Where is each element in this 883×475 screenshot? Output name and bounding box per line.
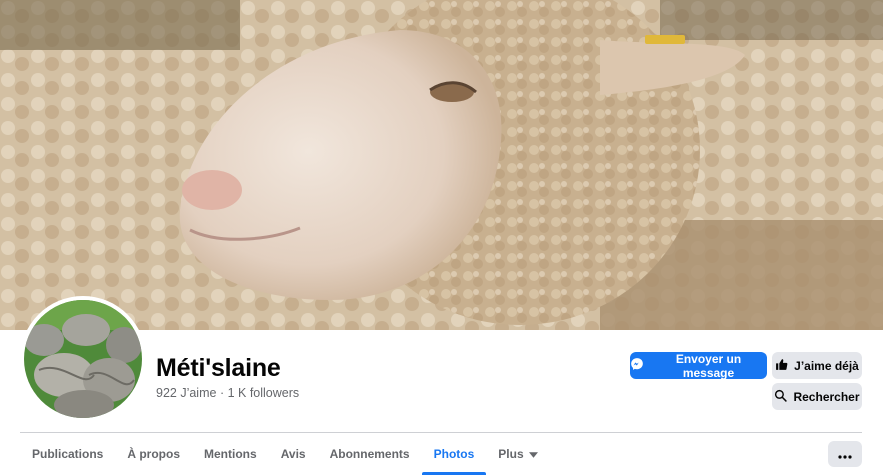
tab-more[interactable]: Plus (486, 433, 549, 475)
stats-separator: · (219, 386, 225, 400)
page-title: Méti'slaine (156, 354, 281, 382)
tab-label: À propos (127, 447, 181, 461)
page-stats: 922 J’aime · 1 K followers (156, 386, 299, 400)
followers-count[interactable]: 1 K followers (228, 386, 300, 400)
likes-count[interactable]: 922 J’aime (156, 386, 216, 400)
page-tabs: Publications À propos Mentions Avis Abon… (20, 433, 550, 475)
search-label: Rechercher (793, 389, 860, 404)
search-page-button[interactable]: Rechercher (772, 383, 862, 410)
tab-mentions[interactable]: Mentions (192, 433, 269, 475)
tab-label: Publications (32, 447, 104, 461)
more-options-button[interactable] (828, 441, 862, 467)
sheep-cover-image (0, 0, 883, 330)
tab-photos[interactable]: Photos (421, 433, 487, 475)
cover-photo[interactable] (0, 0, 883, 330)
tab-label: Abonnements (329, 447, 410, 461)
search-icon (774, 389, 788, 405)
tab-following[interactable]: Abonnements (318, 433, 422, 475)
ellipsis-icon (838, 446, 852, 462)
caret-down-icon (528, 447, 538, 461)
send-message-button[interactable]: Envoyer un message (630, 351, 767, 380)
send-message-label: Envoyer un message (675, 351, 742, 380)
tab-label: Avis (280, 447, 306, 461)
thumbs-up-icon (775, 358, 788, 374)
tab-label: Photos (433, 447, 475, 461)
tab-label: Plus (498, 447, 524, 461)
profile-picture[interactable] (20, 296, 146, 422)
messenger-icon (630, 357, 644, 374)
liked-label: J’aime déjà (794, 358, 859, 373)
tab-publications[interactable]: Publications (20, 433, 115, 475)
yarn-balls-image (24, 300, 142, 418)
tab-reviews[interactable]: Avis (269, 433, 318, 475)
tab-about[interactable]: À propos (115, 433, 192, 475)
liked-button[interactable]: J’aime déjà (772, 352, 862, 379)
tab-label: Mentions (204, 447, 257, 461)
